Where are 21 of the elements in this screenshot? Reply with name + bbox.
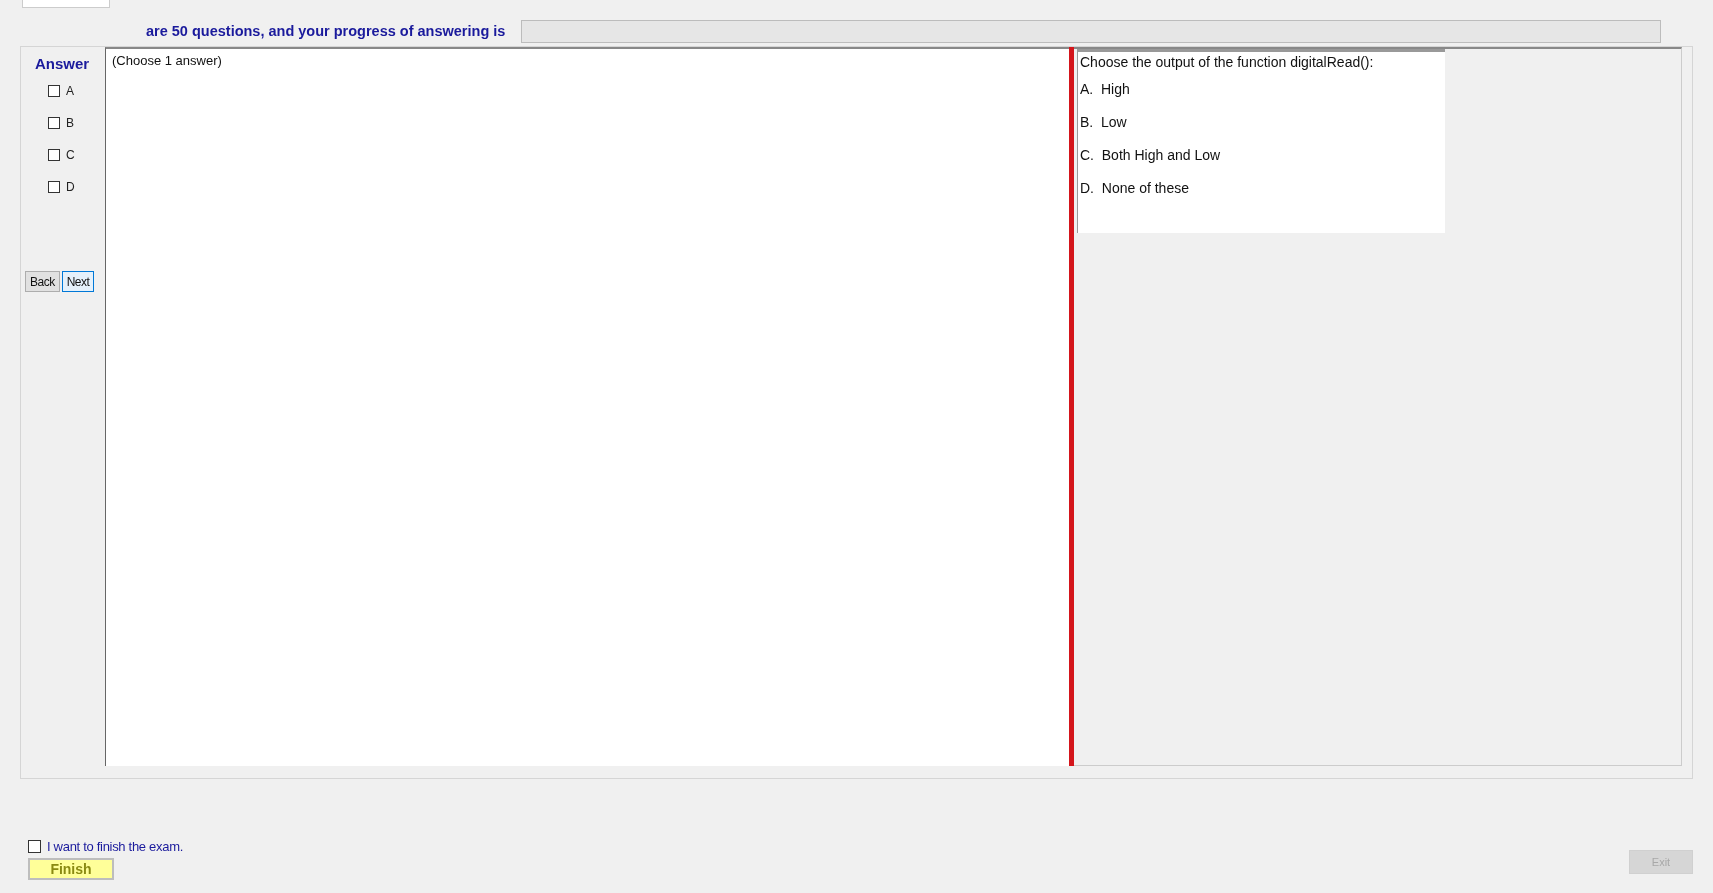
back-button[interactable]: Back bbox=[25, 271, 60, 292]
choice-text: B. Low bbox=[1080, 114, 1128, 132]
checkbox[interactable] bbox=[48, 181, 60, 193]
question-text: Choose the output of the function digitalRead(): bbox=[1080, 54, 1375, 72]
checkbox[interactable] bbox=[48, 149, 60, 161]
option-label: B bbox=[66, 116, 74, 130]
checkbox[interactable] bbox=[28, 840, 41, 853]
instruction-text: (Choose 1 answer) bbox=[112, 53, 222, 68]
choice-text: A. High bbox=[1080, 81, 1131, 99]
progress-text: are 50 questions, and your progress of answering is bbox=[146, 23, 506, 39]
answer-heading: Answer bbox=[35, 55, 91, 74]
checkbox[interactable] bbox=[48, 85, 60, 97]
option-label: C bbox=[66, 148, 75, 162]
checkbox[interactable] bbox=[48, 117, 60, 129]
option-label: A bbox=[66, 84, 74, 98]
next-button[interactable]: Next bbox=[61, 271, 95, 292]
finish-button[interactable]: Finish bbox=[28, 858, 114, 880]
option-label: D bbox=[66, 180, 75, 194]
choice-text: D. None of these bbox=[1080, 180, 1190, 198]
choice-text: C. Both High and Low bbox=[1080, 147, 1222, 165]
confirm-label: I want to finish the exam. bbox=[47, 839, 183, 854]
